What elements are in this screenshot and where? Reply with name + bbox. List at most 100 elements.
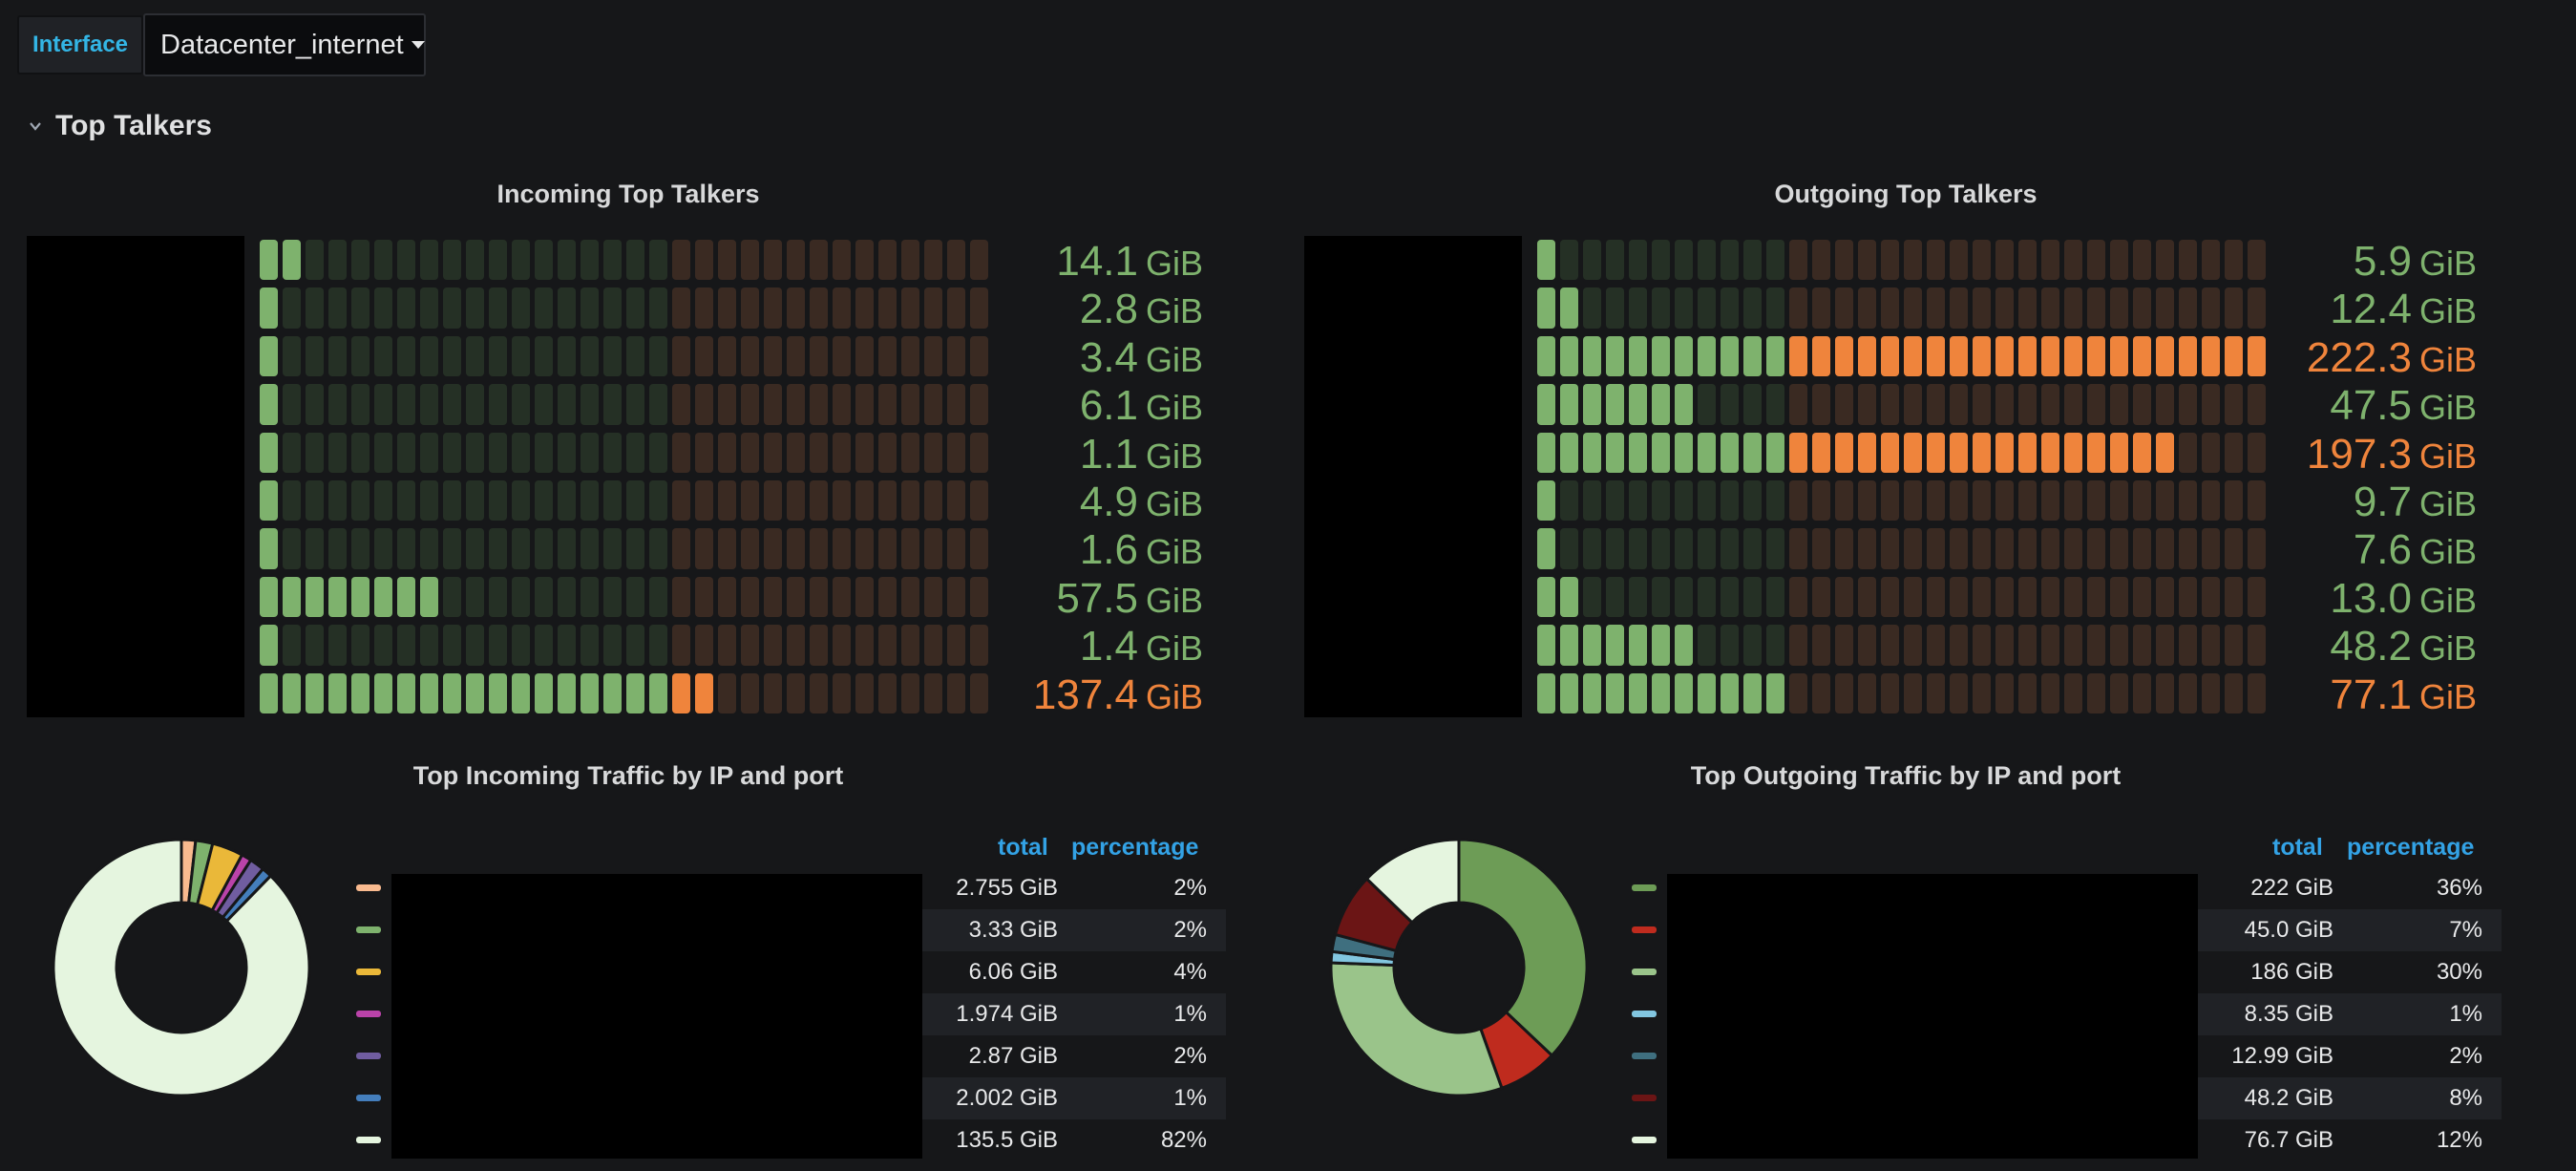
legend-swatch[interactable]	[1632, 884, 1657, 891]
outgoing-col-percentage[interactable]: percentage	[2347, 834, 2474, 862]
legend-swatch[interactable]	[1632, 926, 1657, 933]
gauge-cell	[1835, 432, 1853, 473]
gauge-cell	[283, 480, 301, 522]
gauge-cell	[924, 528, 942, 569]
gauge-cell	[1606, 335, 1624, 377]
gauge-cell	[1904, 480, 1922, 522]
gauge-cell	[1812, 287, 1830, 329]
donut-slice[interactable]	[1329, 961, 1504, 1097]
gauge-cell	[1881, 432, 1899, 473]
gauge-cell	[1973, 480, 1991, 522]
gauge-cell	[1995, 432, 2014, 473]
legend-row[interactable]: 6.06 GiB 4%	[922, 951, 1226, 993]
legend-swatch[interactable]	[356, 1137, 381, 1143]
gauge-cell	[1698, 335, 1716, 377]
legend-row[interactable]: 45.0 GiB 7%	[2198, 909, 2502, 951]
gauge-cell	[741, 528, 759, 569]
legend-swatch[interactable]	[356, 1095, 381, 1101]
legend-row[interactable]: 76.7 GiB 12%	[2198, 1119, 2502, 1161]
gauge-cell	[351, 625, 370, 666]
gauge-cell	[1652, 287, 1670, 329]
gauge-cell	[2179, 576, 2197, 618]
gauge-cell	[626, 432, 644, 473]
gauge-cell	[512, 240, 530, 281]
gauge-cell	[1721, 480, 1739, 522]
legend-swatch[interactable]	[356, 1011, 381, 1017]
gauge-cell	[283, 528, 301, 569]
gauge-cell	[397, 384, 415, 425]
gauge-cell	[351, 432, 370, 473]
gauge-cell	[466, 576, 484, 618]
legend-swatch[interactable]	[1632, 1053, 1657, 1059]
gauge-cell	[1789, 480, 1807, 522]
gauge-cell	[2202, 384, 2220, 425]
gauge-cell	[581, 384, 599, 425]
gauge-cell	[1743, 625, 1762, 666]
legend-swatch[interactable]	[1632, 1011, 1657, 1017]
legend-row[interactable]: 135.5 GiB 82%	[922, 1119, 1226, 1161]
gauge-cell	[420, 240, 438, 281]
legend-row[interactable]: 12.99 GiB 2%	[2198, 1035, 2502, 1077]
gauge-cell	[489, 625, 507, 666]
gauge-cell	[2018, 240, 2037, 281]
gauge-cell	[420, 384, 438, 425]
talker-value-unit: GiB	[2418, 291, 2477, 331]
legend-swatch[interactable]	[356, 1053, 381, 1059]
legend-swatch[interactable]	[356, 969, 381, 975]
legend-row[interactable]: 48.2 GiB 8%	[2198, 1077, 2502, 1119]
gauge-cell	[787, 576, 805, 618]
gauge-cell	[810, 672, 828, 713]
gauge-cell	[1652, 240, 1670, 281]
gauge-cell	[2110, 528, 2128, 569]
gauge-cell	[718, 432, 736, 473]
legend-row[interactable]: 222 GiB 36%	[2198, 867, 2502, 909]
legend-row[interactable]: 1.974 GiB 1%	[922, 993, 1226, 1035]
interface-dropdown[interactable]: Datacenter_internet	[143, 13, 426, 76]
gauge-cell	[466, 384, 484, 425]
gauge-cell	[970, 480, 988, 522]
legend-row[interactable]: 2.002 GiB 1%	[922, 1077, 1226, 1119]
gauge-cell	[489, 576, 507, 618]
talker-value-unit: GiB	[1145, 388, 1203, 428]
gauge-cell	[718, 240, 736, 281]
gauge-cell	[947, 528, 965, 569]
legend-row[interactable]: 3.33 GiB 2%	[922, 909, 1226, 951]
gauge-cell	[1583, 384, 1601, 425]
incoming-col-total[interactable]: total	[998, 834, 1048, 862]
gauge-cell	[1858, 625, 1876, 666]
gauge-cell	[443, 528, 461, 569]
legend-row[interactable]: 2.755 GiB 2%	[922, 867, 1226, 909]
gauge-cell	[512, 287, 530, 329]
legend-swatch[interactable]	[1632, 969, 1657, 975]
gauge-cell	[1766, 335, 1784, 377]
legend-row[interactable]: 8.35 GiB 1%	[2198, 993, 2502, 1035]
gauge-cell	[1606, 240, 1624, 281]
outgoing-col-total[interactable]: total	[2272, 834, 2323, 862]
gauge-cell	[2248, 287, 2266, 329]
legend-total: 2.002 GiB	[956, 1085, 1058, 1111]
talker-value: 7.6 GiB	[2290, 526, 2477, 576]
gauge-cell	[328, 672, 347, 713]
gauge-cell	[901, 528, 919, 569]
gauge-cell	[1743, 287, 1762, 329]
gauge-cell	[2087, 240, 2105, 281]
legend-swatch[interactable]	[356, 884, 381, 891]
gauge-cell	[1560, 384, 1578, 425]
legend-swatch[interactable]	[356, 926, 381, 933]
donut-slice[interactable]	[1457, 838, 1589, 1058]
gauge-cell	[1606, 480, 1624, 522]
legend-swatch[interactable]	[1632, 1137, 1657, 1143]
gauge-cell	[1858, 528, 1876, 569]
gauge-cell	[443, 625, 461, 666]
legend-row[interactable]: 2.87 GiB 2%	[922, 1035, 1226, 1077]
donut-slice[interactable]	[52, 838, 311, 1097]
row-toggle-top-talkers[interactable]: Top Talkers	[29, 107, 212, 145]
incoming-col-percentage[interactable]: percentage	[1071, 834, 1198, 862]
gauge-cell	[1606, 528, 1624, 569]
gauge-cell	[603, 384, 622, 425]
legend-row[interactable]: 186 GiB 30%	[2198, 951, 2502, 993]
legend-swatch[interactable]	[1632, 1095, 1657, 1101]
gauge-cell	[810, 528, 828, 569]
gauge-cell	[1743, 432, 1762, 473]
gauge-cell	[1675, 240, 1693, 281]
